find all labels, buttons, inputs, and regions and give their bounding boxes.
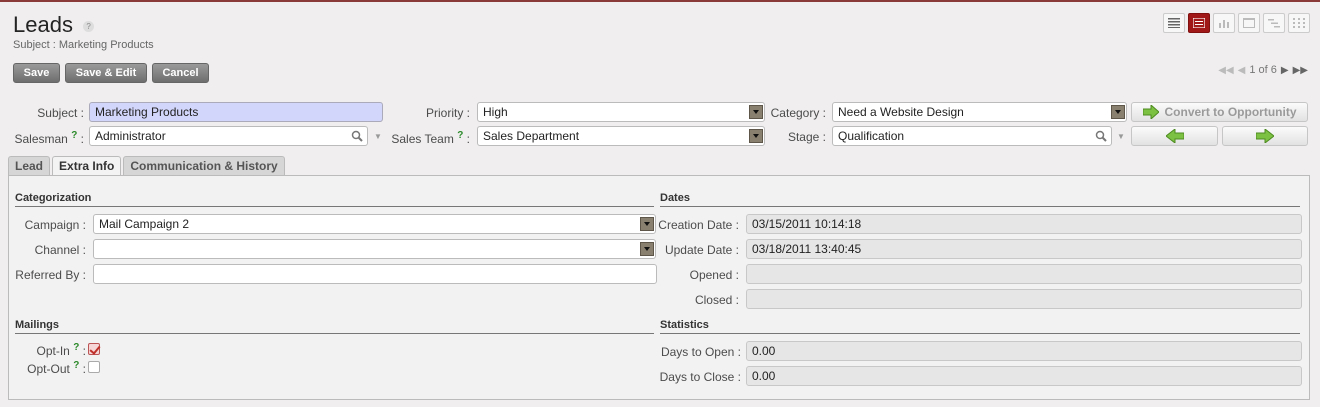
help-icon[interactable]: ? bbox=[457, 130, 463, 141]
convert-label: Convert to Opportunity bbox=[1164, 105, 1297, 119]
days-to-close-field: 0.00 bbox=[746, 366, 1302, 386]
help-icon[interactable]: ? bbox=[73, 342, 79, 353]
chevron-down-icon[interactable] bbox=[1111, 105, 1125, 119]
creation-date-label: Creation Date : bbox=[658, 218, 739, 232]
category-label: Category : bbox=[770, 106, 826, 120]
opened-label: Opened : bbox=[689, 268, 739, 282]
days-to-open-label: Days to Open : bbox=[660, 345, 741, 359]
category-select[interactable]: Need a Website Design bbox=[832, 102, 1127, 122]
subject-input[interactable]: Marketing Products bbox=[89, 102, 383, 122]
graph-view-icon[interactable] bbox=[1213, 13, 1235, 33]
page-title: Leads ? bbox=[13, 12, 95, 38]
salesman-label: Salesman ? : bbox=[14, 130, 84, 146]
opt-in-label: Opt-In ? : bbox=[36, 342, 87, 358]
gantt-view-icon[interactable] bbox=[1263, 13, 1285, 33]
record-subtitle: Subject : Marketing Products bbox=[13, 39, 154, 51]
last-record-icon[interactable]: ▶▶ bbox=[1293, 65, 1308, 76]
view-switcher bbox=[1163, 13, 1310, 33]
channel-label: Channel : bbox=[34, 243, 86, 257]
search-icon[interactable] bbox=[1095, 130, 1107, 142]
form-view-icon[interactable] bbox=[1188, 13, 1210, 33]
days-to-open-field: 0.00 bbox=[746, 341, 1302, 361]
referred-by-input[interactable] bbox=[93, 264, 657, 284]
page-title-text: Leads bbox=[13, 12, 73, 37]
next-record-icon[interactable]: ▶ bbox=[1281, 65, 1289, 76]
creation-date-field: 03/15/2011 10:14:18 bbox=[746, 214, 1302, 234]
campaign-label: Campaign : bbox=[24, 218, 86, 232]
notebook-tabs: Lead Extra Info Communication & History bbox=[8, 156, 285, 176]
priority-select[interactable]: High bbox=[477, 102, 765, 122]
days-to-close-label: Days to Close : bbox=[659, 370, 741, 384]
first-record-icon[interactable]: ◀◀ bbox=[1218, 65, 1233, 76]
diagram-view-icon[interactable] bbox=[1288, 13, 1310, 33]
pager-label: 1 of 6 bbox=[1249, 64, 1277, 76]
salesman-value: Administrator bbox=[95, 129, 166, 143]
campaign-select[interactable]: Mail Campaign 2 bbox=[93, 214, 656, 234]
tab-extra-info[interactable]: Extra Info bbox=[52, 156, 122, 176]
sales-team-label: Sales Team ? : bbox=[391, 130, 470, 146]
closed-label: Closed : bbox=[694, 293, 739, 307]
chevron-down-icon[interactable] bbox=[640, 242, 654, 256]
convert-to-opportunity-button[interactable]: Convert to Opportunity bbox=[1131, 102, 1308, 122]
help-icon[interactable]: ? bbox=[83, 20, 95, 32]
update-date-label: Update Date : bbox=[664, 243, 739, 257]
previous-record-icon[interactable]: ◀ bbox=[1238, 65, 1246, 76]
opt-in-checkbox[interactable] bbox=[88, 343, 100, 355]
campaign-value: Mail Campaign 2 bbox=[99, 217, 190, 231]
tab-lead[interactable]: Lead bbox=[8, 156, 51, 175]
arrow-right-icon bbox=[1256, 129, 1274, 143]
priority-label: Priority : bbox=[425, 106, 470, 120]
stage-value: Qualification bbox=[838, 129, 905, 143]
chevron-down-icon[interactable] bbox=[640, 217, 654, 231]
save-button[interactable]: Save bbox=[13, 63, 60, 83]
channel-select[interactable] bbox=[93, 239, 656, 259]
closed-field bbox=[746, 289, 1302, 309]
salesman-input[interactable]: Administrator bbox=[89, 126, 368, 146]
dates-section-title: Dates bbox=[660, 192, 1300, 207]
statistics-section-title: Statistics bbox=[660, 319, 1300, 334]
help-icon[interactable]: ? bbox=[71, 130, 77, 141]
arrow-left-icon bbox=[1165, 129, 1184, 143]
help-icon[interactable]: ? bbox=[73, 360, 79, 371]
categorization-section-title: Categorization bbox=[15, 192, 654, 207]
subject-label: Subject : bbox=[37, 106, 84, 120]
save-and-edit-button[interactable]: Save & Edit bbox=[65, 63, 147, 83]
update-date-field: 03/18/2011 13:40:45 bbox=[746, 239, 1302, 259]
stage-input[interactable]: Qualification bbox=[832, 126, 1112, 146]
mailings-section-title: Mailings bbox=[15, 319, 654, 334]
previous-stage-button[interactable] bbox=[1131, 126, 1218, 146]
category-value: Need a Website Design bbox=[838, 105, 964, 119]
priority-value: High bbox=[483, 105, 508, 119]
sales-team-select[interactable]: Sales Department bbox=[477, 126, 765, 146]
next-stage-button[interactable] bbox=[1222, 126, 1308, 146]
opened-field bbox=[746, 264, 1302, 284]
arrow-right-icon bbox=[1142, 105, 1159, 119]
list-view-icon[interactable] bbox=[1163, 13, 1185, 33]
calendar-view-icon[interactable] bbox=[1238, 13, 1260, 33]
cancel-button[interactable]: Cancel bbox=[152, 63, 209, 83]
sales-team-value: Sales Department bbox=[483, 129, 580, 143]
opt-out-label: Opt-Out ? : bbox=[27, 360, 86, 376]
referred-by-label: Referred By : bbox=[15, 268, 86, 282]
stage-label: Stage : bbox=[787, 130, 826, 144]
caret-down-icon[interactable]: ▼ bbox=[1117, 132, 1125, 141]
opt-out-checkbox[interactable] bbox=[88, 361, 100, 373]
tab-communication-history[interactable]: Communication & History bbox=[123, 156, 285, 175]
pager: ◀◀ ◀ 1 of 6 ▶ ▶▶ bbox=[1218, 64, 1308, 76]
search-icon[interactable] bbox=[351, 130, 363, 142]
